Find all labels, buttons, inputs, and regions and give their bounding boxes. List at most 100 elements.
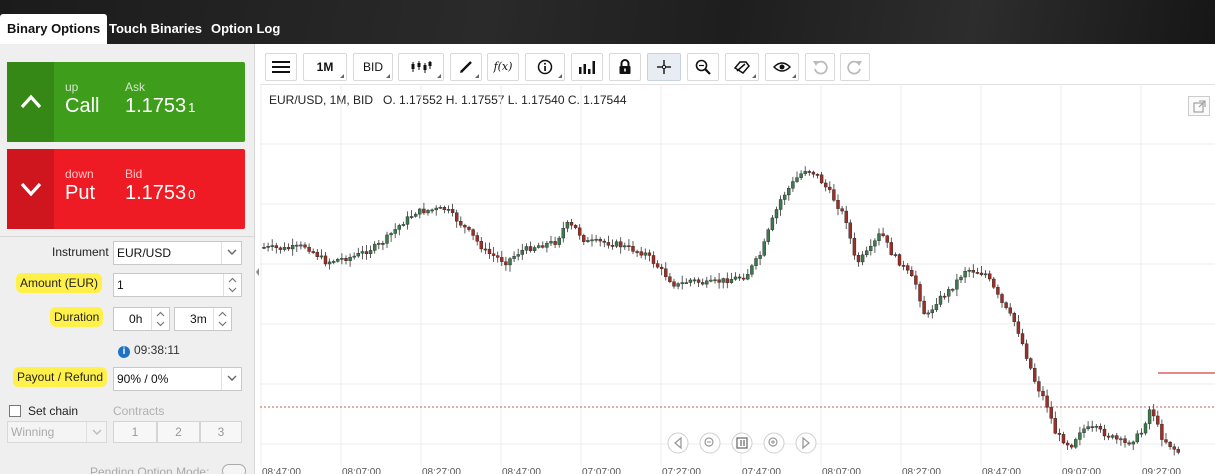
x-tick-label: 07:27:00 — [662, 467, 701, 474]
zoom-out-icon-button — [699, 432, 721, 454]
candle-body — [282, 247, 287, 250]
candle-body — [360, 251, 365, 254]
candle-body — [1094, 426, 1098, 428]
call-direction: up — [65, 80, 79, 94]
chart-type-button[interactable] — [398, 53, 444, 81]
lock-button[interactable] — [609, 53, 641, 81]
payout-select[interactable]: 90% / 0% — [113, 367, 242, 391]
candle-body — [889, 242, 893, 255]
crosshair-button[interactable] — [647, 53, 681, 81]
candle-body — [356, 253, 361, 257]
trade-panel: up Call Ask 1.1753 1 down Put Bid 1.1753 0… — [0, 44, 255, 474]
candle-body — [610, 245, 615, 247]
x-tick-label: 09:27:00 — [1142, 467, 1181, 474]
info-button[interactable] — [525, 53, 565, 81]
contracts-option-1[interactable]: 1 — [113, 421, 157, 443]
tab-binary-options[interactable]: Binary Options — [0, 14, 108, 44]
chevron-up-icon[interactable] — [218, 311, 227, 317]
candle-body — [988, 273, 992, 280]
pending-mode-toggle[interactable] — [222, 464, 246, 474]
instrument-select[interactable]: EUR/USD — [113, 241, 242, 265]
chevron-down-icon[interactable] — [228, 287, 237, 293]
candle-body — [787, 188, 791, 196]
shapes-button[interactable] — [725, 53, 759, 81]
candle-body — [1045, 395, 1049, 408]
candle-body — [774, 209, 779, 219]
candle-body — [910, 270, 914, 277]
candle-body — [1082, 428, 1086, 433]
price-type-button[interactable]: BID — [353, 53, 393, 81]
candle-body — [520, 249, 524, 255]
chevron-down-icon[interactable] — [156, 321, 165, 327]
candle-body — [385, 234, 389, 244]
corner-marker — [340, 74, 344, 78]
undo-button[interactable] — [805, 53, 835, 81]
draw-button[interactable] — [450, 53, 482, 81]
tab-option-log[interactable]: Option Log — [204, 14, 287, 44]
candle-body — [491, 253, 496, 256]
hours-stepper[interactable] — [151, 308, 169, 330]
candlestick-chart[interactable]: 08:47:00 08:07:00 08:27:00 08:47:00 07:07:00… — [260, 84, 1215, 474]
candle-body — [393, 229, 397, 234]
chevron-down-icon[interactable] — [218, 321, 227, 327]
chevron-up-icon[interactable] — [156, 311, 165, 317]
candle-body — [668, 276, 672, 282]
candle-body — [1070, 444, 1074, 448]
candle-body — [971, 269, 975, 273]
dropdown-trigger[interactable] — [221, 242, 241, 264]
candle-body — [598, 238, 602, 242]
bars-icon — [579, 61, 595, 74]
candle-body — [1152, 409, 1156, 417]
duration-minutes-input[interactable]: 3m — [174, 307, 232, 331]
chart-toolbar: 1M BID f(x) — [265, 53, 1215, 83]
redo-button[interactable] — [840, 53, 870, 81]
put-label: Put — [65, 182, 96, 204]
set-chain-checkbox[interactable] — [9, 405, 21, 417]
visibility-button[interactable] — [765, 53, 799, 81]
candle-body — [471, 229, 475, 236]
candle-body — [541, 245, 545, 248]
candle-body — [549, 241, 553, 244]
indicators-button[interactable]: f(x) — [487, 53, 519, 81]
put-button[interactable]: down Put Bid 1.1753 0 — [7, 149, 245, 229]
contracts-option-2[interactable]: 2 — [157, 421, 200, 443]
contracts-option-3[interactable]: 3 — [200, 421, 242, 443]
candle-body — [770, 217, 775, 230]
timeframe-button[interactable]: 1M — [303, 53, 347, 81]
dropdown-trigger[interactable] — [86, 422, 106, 442]
candle-body — [1078, 432, 1082, 440]
amount-input[interactable]: 1 — [113, 273, 242, 297]
amount-stepper[interactable] — [223, 274, 241, 296]
volume-button[interactable] — [571, 53, 603, 81]
candle-body — [754, 258, 758, 266]
duration-hours-input[interactable]: 0h — [113, 307, 170, 331]
candle-body — [614, 241, 619, 247]
zoom-in-icon-button — [763, 432, 785, 454]
candle-body — [307, 246, 311, 252]
menu-icon — [272, 61, 290, 73]
zoom-button[interactable] — [687, 53, 719, 81]
duration-minutes-value: 3 — [190, 312, 197, 326]
menu-button[interactable] — [265, 53, 297, 81]
call-button[interactable]: up Call Ask 1.1753 1 — [7, 62, 245, 142]
candle-body — [869, 245, 873, 251]
put-direction: down — [65, 167, 94, 181]
candle-body — [565, 222, 570, 229]
candle-body — [619, 241, 623, 248]
minutes-stepper[interactable] — [213, 308, 231, 330]
tab-touch-binaries[interactable]: Touch Binaries — [102, 14, 209, 44]
chain-mode-select[interactable]: Winning — [7, 421, 107, 443]
candle-body — [1139, 432, 1144, 435]
candle-body — [651, 255, 656, 264]
candle-body — [709, 279, 713, 282]
x-tick-label: 08:47:00 — [262, 467, 301, 474]
candle-body — [791, 181, 795, 189]
candle-body — [873, 240, 877, 247]
call-label: Call — [65, 95, 100, 117]
candle-body — [434, 207, 438, 211]
dropdown-trigger[interactable] — [221, 368, 241, 390]
chevron-up-icon[interactable] — [228, 277, 237, 283]
candle-body — [278, 247, 283, 250]
candle-body — [586, 240, 590, 242]
x-tick-label: 08:07:00 — [342, 467, 381, 474]
